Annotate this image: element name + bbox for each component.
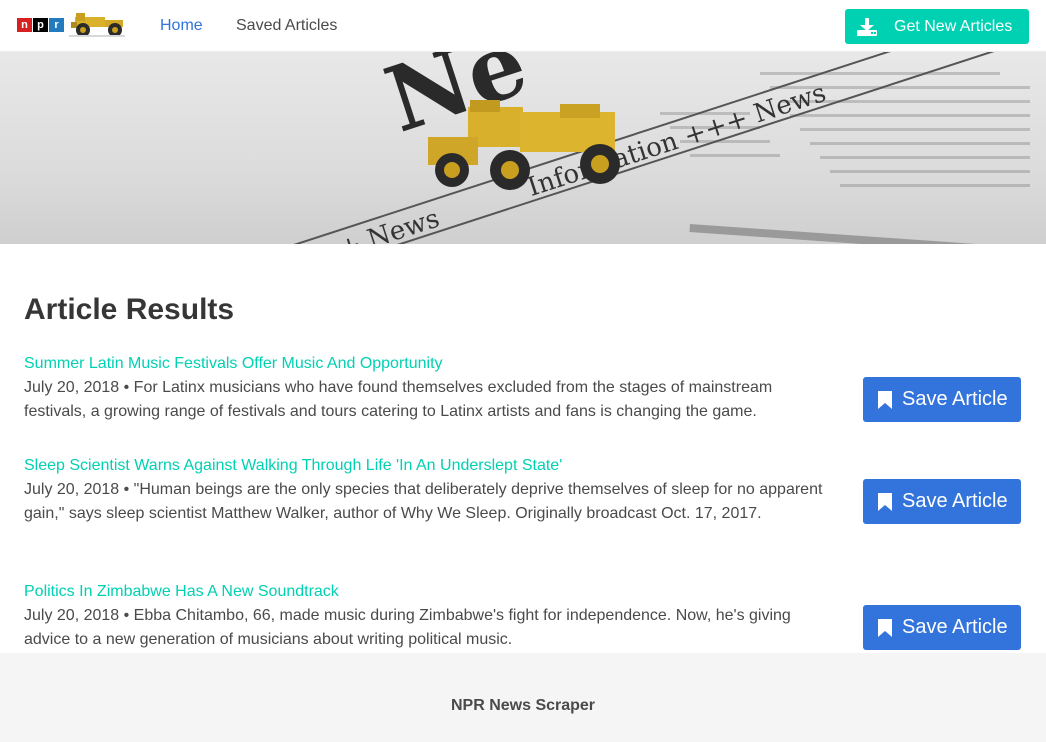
article-item: Summer Latin Music Festivals Offer Music… [24, 352, 1024, 424]
article-title-link[interactable]: Politics In Zimbabwe Has A New Soundtrac… [24, 580, 1024, 604]
save-article-label: Save Article [902, 616, 1008, 638]
save-article-button[interactable]: Save Article [863, 605, 1021, 650]
hero-banner: +++ Information +++ News Information +++… [0, 52, 1046, 244]
article-title-link[interactable]: Sleep Scientist Warns Against Walking Th… [24, 454, 1024, 478]
get-new-articles-button[interactable]: Get New Articles [845, 9, 1029, 44]
bookmark-icon [878, 618, 892, 637]
save-article-label: Save Article [902, 388, 1008, 410]
article-item: Sleep Scientist Warns Against Walking Th… [24, 454, 1024, 526]
article-summary: July 20, 2018 • For Latinx musicians who… [24, 379, 773, 420]
newspaper-background: +++ Information +++ News Information +++… [0, 52, 1046, 244]
footer-title: NPR News Scraper [450, 697, 596, 714]
download-icon [857, 17, 877, 37]
bookmark-icon [878, 390, 892, 409]
brand-logo[interactable]: n p r [17, 11, 127, 39]
footer: NPR News Scraper [0, 653, 1046, 742]
hero-ribbon-text-1: +++ Information +++ News [68, 204, 444, 244]
article-summary: July 20, 2018 • Ebba Chitambo, 66, made … [24, 607, 791, 648]
bookmark-icon [878, 492, 892, 511]
save-article-label: Save Article [902, 490, 1008, 512]
article-title-link[interactable]: Summer Latin Music Festivals Offer Music… [24, 352, 1024, 376]
npr-logo-p: p [33, 18, 48, 32]
scraper-truck-icon [69, 13, 125, 37]
article-item: Politics In Zimbabwe Has A New Soundtrac… [24, 580, 1024, 652]
npr-logo-r: r [49, 18, 64, 32]
npr-logo: n p r [17, 18, 64, 32]
nav-home-link[interactable]: Home [160, 17, 203, 35]
article-summary: July 20, 2018 • "Human beings are the on… [24, 481, 823, 522]
navbar: n p r Home Saved Articles Get New Articl… [0, 0, 1046, 52]
get-new-articles-label: Get New Articles [894, 17, 1013, 35]
page-title: Article Results [24, 293, 235, 326]
nav-saved-articles-link[interactable]: Saved Articles [236, 17, 337, 35]
save-article-button[interactable]: Save Article [863, 479, 1021, 524]
save-article-button[interactable]: Save Article [863, 377, 1021, 422]
npr-logo-n: n [17, 18, 32, 32]
